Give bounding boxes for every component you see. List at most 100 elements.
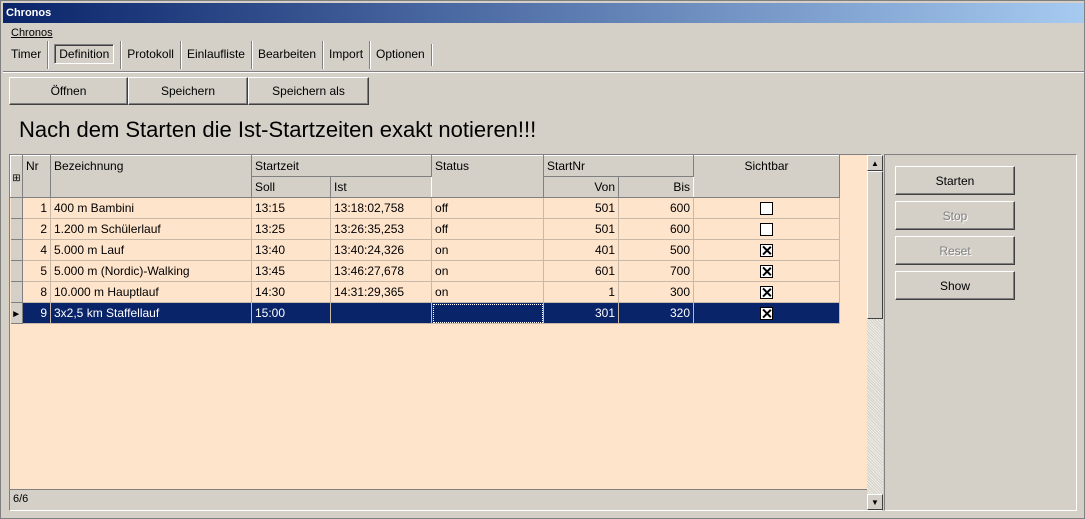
cell-status[interactable] [431, 302, 545, 324]
row-header[interactable] [10, 260, 23, 282]
cell-soll[interactable]: 13:15 [251, 197, 331, 219]
cell-nr[interactable]: 2 [22, 218, 51, 240]
cell-bis[interactable]: 500 [618, 239, 695, 261]
stop-button[interactable]: Stop [895, 201, 1015, 230]
scroll-thumb[interactable] [867, 171, 883, 319]
table-icon: ⊞ [12, 172, 21, 184]
cell-ist[interactable]: 13:46:27,678 [330, 260, 433, 282]
visible-checkbox[interactable] [760, 202, 774, 216]
grid-body: ⊞ Nr Bezeichnung Startzeit Status StartN… [10, 155, 867, 489]
visible-checkbox[interactable] [760, 265, 774, 279]
tab-import[interactable]: Import [322, 41, 369, 69]
cell-sichtbar [693, 197, 841, 219]
table-row[interactable]: 5 5.000 m (Nordic)-Walking 13:45 13:46:2… [10, 260, 841, 282]
cell-nr[interactable]: 5 [22, 260, 51, 282]
cell-nr[interactable]: 8 [22, 281, 51, 303]
cell-bezeichnung[interactable]: 5.000 m (Nordic)-Walking [50, 260, 252, 282]
row-header[interactable] [10, 218, 23, 240]
table-row[interactable]: 2 1.200 m Schülerlauf 13:25 13:26:35,253… [10, 218, 841, 240]
table-row-selected[interactable]: ► 9 3x2,5 km Staffellauf 15:00 301 320 [10, 302, 841, 324]
scroll-up-button[interactable]: ▲ [867, 155, 883, 171]
cell-status[interactable]: on [431, 260, 545, 282]
arrow-down-icon: ▼ [871, 497, 879, 507]
cell-status[interactable]: off [431, 197, 545, 219]
row-header[interactable] [10, 281, 23, 303]
row-header[interactable]: ► [10, 302, 23, 324]
row-header[interactable] [10, 239, 23, 261]
cell-von[interactable]: 301 [543, 302, 620, 324]
cell-soll[interactable]: 14:30 [251, 281, 331, 303]
cell-ist[interactable] [330, 302, 433, 324]
window-title: Chronos [6, 7, 52, 19]
cell-soll[interactable]: 13:25 [251, 218, 331, 240]
cell-nr[interactable]: 4 [22, 239, 51, 261]
cell-status[interactable]: on [431, 239, 545, 261]
current-row-pointer-icon: ► [11, 309, 22, 320]
cell-sichtbar [693, 239, 841, 261]
cell-ist[interactable]: 13:18:02,758 [330, 197, 433, 219]
tab-optionen[interactable]: Optionen [369, 41, 431, 69]
cell-bis[interactable]: 700 [618, 260, 695, 282]
race-table: ⊞ Nr Bezeichnung Startzeit Status StartN… [10, 155, 841, 324]
table-row[interactable]: 1 400 m Bambini 13:15 13:18:02,758 off 5… [10, 197, 841, 219]
save-as-button[interactable]: Speichern als [248, 77, 369, 105]
row-header-corner[interactable]: ⊞ [10, 155, 23, 198]
reset-button[interactable]: Reset [895, 236, 1015, 265]
save-button[interactable]: Speichern [128, 77, 248, 105]
menu-item-chronos[interactable]: Chronos [11, 27, 53, 39]
cell-bis[interactable]: 600 [618, 218, 695, 240]
scroll-down-button[interactable]: ▼ [867, 494, 883, 510]
cell-von[interactable]: 501 [543, 197, 620, 219]
col-header-status[interactable]: Status [431, 155, 545, 198]
cell-ist[interactable]: 13:26:35,253 [330, 218, 433, 240]
cell-nr[interactable]: 1 [22, 197, 51, 219]
visible-checkbox[interactable] [760, 286, 774, 300]
cell-bezeichnung[interactable]: 10.000 m Hauptlauf [50, 281, 252, 303]
cell-bezeichnung[interactable]: 1.200 m Schülerlauf [50, 218, 252, 240]
tab-timer[interactable]: Timer [5, 41, 47, 69]
cell-soll[interactable]: 15:00 [251, 302, 331, 324]
cell-von[interactable]: 601 [543, 260, 620, 282]
start-button[interactable]: Starten [895, 166, 1015, 195]
cell-nr[interactable]: 9 [22, 302, 51, 324]
cell-sichtbar [693, 260, 841, 282]
show-button[interactable]: Show [895, 271, 1015, 300]
col-header-von[interactable]: Von [543, 176, 620, 198]
cell-von[interactable]: 401 [543, 239, 620, 261]
col-header-startzeit[interactable]: Startzeit [250, 155, 433, 177]
cell-bezeichnung[interactable]: 3x2,5 km Staffellauf [50, 302, 252, 324]
col-header-ist[interactable]: Ist [329, 176, 433, 198]
row-header[interactable] [10, 197, 23, 219]
visible-checkbox[interactable] [760, 307, 774, 321]
cell-von[interactable]: 1 [543, 281, 620, 303]
col-header-startnr[interactable]: StartNr [543, 155, 695, 177]
col-header-nr[interactable]: Nr [22, 155, 51, 198]
visible-checkbox[interactable] [760, 223, 774, 237]
visible-checkbox[interactable] [760, 244, 774, 258]
open-button[interactable]: Öffnen [9, 77, 128, 105]
table-row[interactable]: 4 5.000 m Lauf 13:40 13:40:24,326 on 401… [10, 239, 841, 261]
title-bar: Chronos [3, 3, 1084, 23]
cell-von[interactable]: 501 [543, 218, 620, 240]
cell-status[interactable]: on [431, 281, 545, 303]
cell-soll[interactable]: 13:45 [251, 260, 331, 282]
tab-protokoll[interactable]: Protokoll [120, 41, 180, 69]
tab-definition[interactable]: Definition [47, 41, 120, 69]
col-header-bis[interactable]: Bis [618, 176, 695, 198]
col-header-bezeichnung[interactable]: Bezeichnung [50, 155, 252, 198]
col-header-soll[interactable]: Soll [251, 176, 331, 198]
col-header-sichtbar[interactable]: Sichtbar [693, 155, 841, 198]
tab-einlaufliste[interactable]: Einlaufliste [179, 41, 251, 69]
cell-soll[interactable]: 13:40 [251, 239, 331, 261]
vertical-scrollbar[interactable]: ▲ ▼ [867, 155, 883, 510]
cell-bis[interactable]: 600 [618, 197, 695, 219]
cell-bezeichnung[interactable]: 400 m Bambini [50, 197, 252, 219]
cell-bis[interactable]: 300 [618, 281, 695, 303]
cell-status[interactable]: off [431, 218, 545, 240]
tab-bearbeiten[interactable]: Bearbeiten [250, 41, 322, 69]
cell-ist[interactable]: 14:31:29,365 [330, 281, 433, 303]
cell-bis[interactable]: 320 [618, 302, 695, 324]
cell-bezeichnung[interactable]: 5.000 m Lauf [50, 239, 252, 261]
table-row[interactable]: 8 10.000 m Hauptlauf 14:30 14:31:29,365 … [10, 281, 841, 303]
cell-ist[interactable]: 13:40:24,326 [330, 239, 433, 261]
